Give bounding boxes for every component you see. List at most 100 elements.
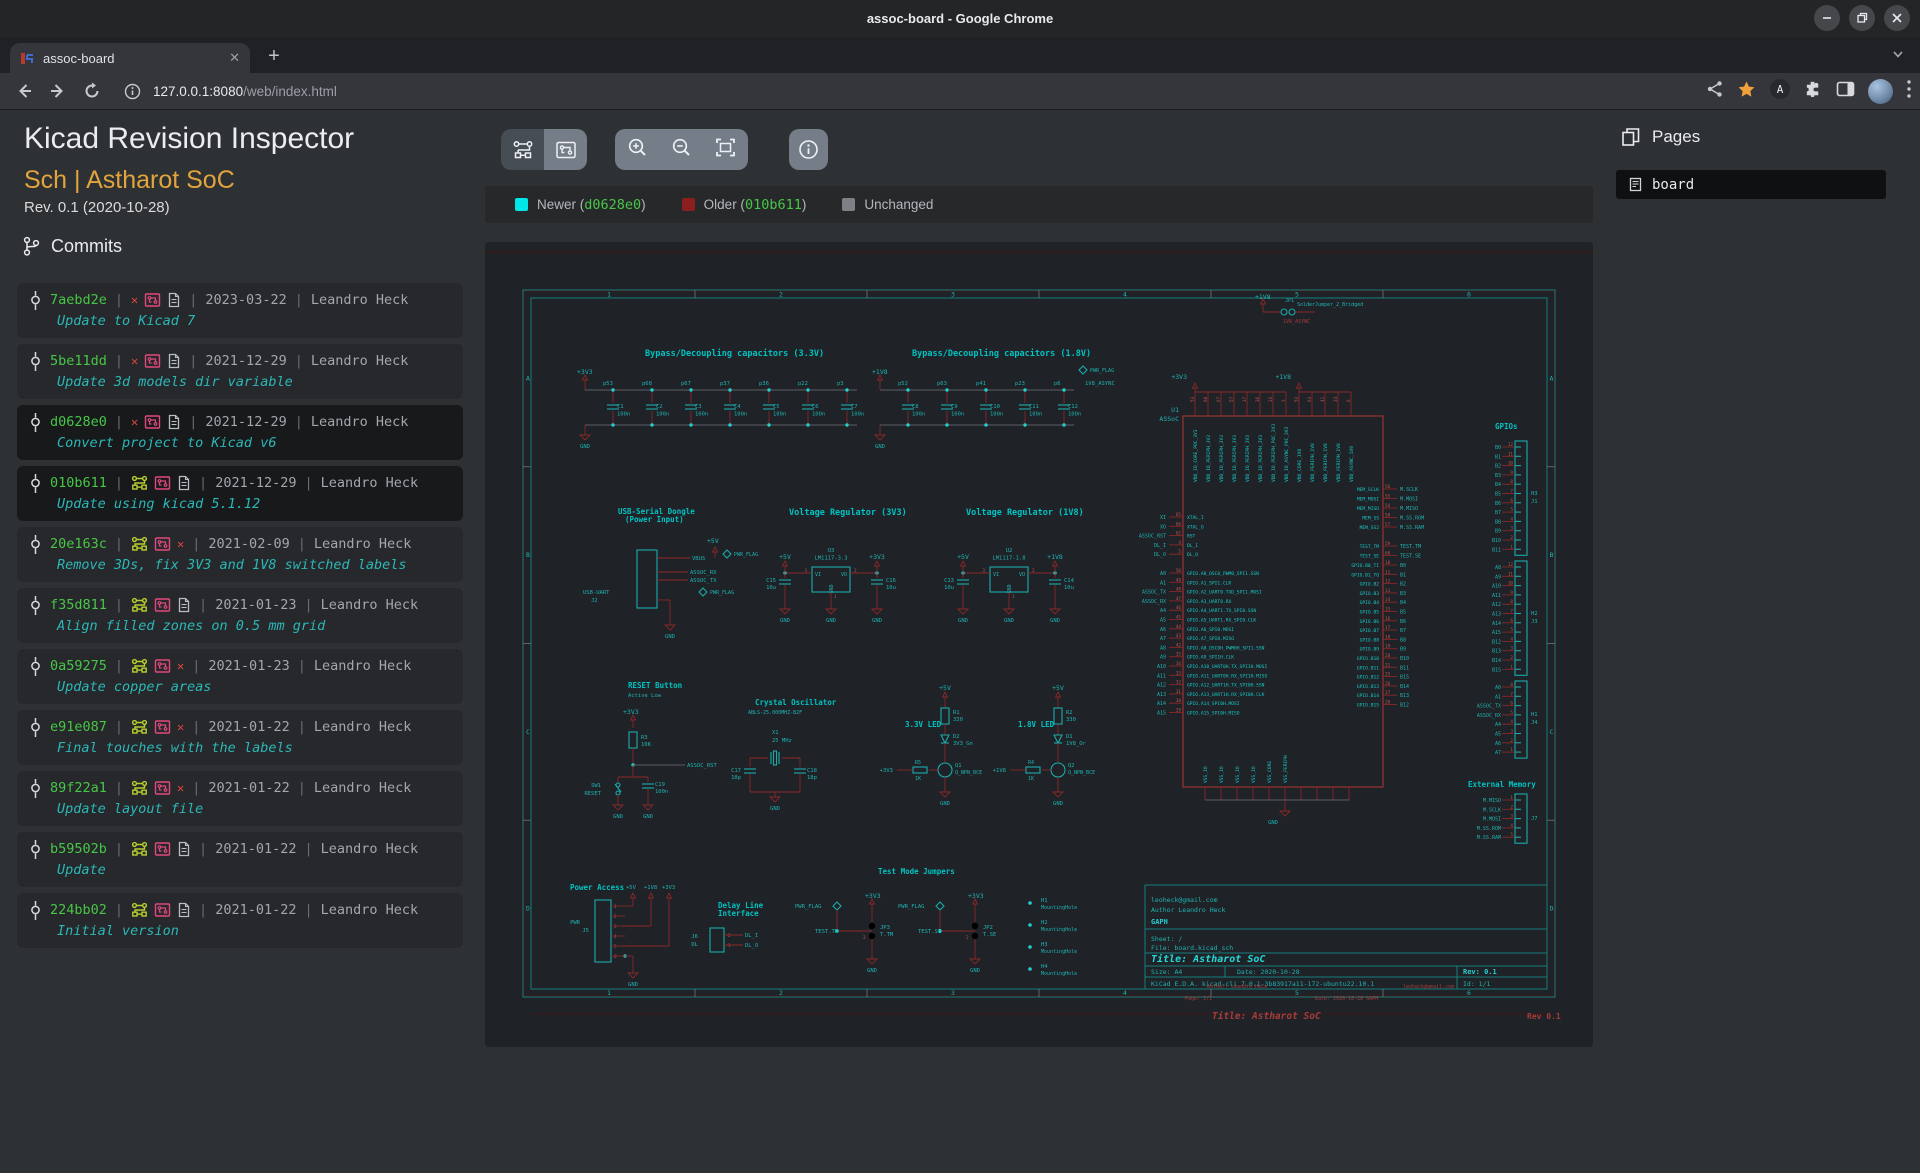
- svg-text:A10: A10: [1157, 664, 1166, 670]
- commit-card[interactable]: 20e163c | ✕ | 2021-02-09 | Leandro Heck Remove …: [17, 527, 463, 582]
- page-item-board[interactable]: board: [1616, 170, 1886, 199]
- svg-text:GPIO.B14: GPIO.B14: [1357, 693, 1379, 699]
- svg-text:Q2: Q2: [1068, 763, 1075, 769]
- side-panel-icon[interactable]: [1836, 80, 1855, 104]
- pages-icon: [1622, 128, 1640, 146]
- diff-canvas[interactable]: 1 1 2 2 3 3 4 4 5 5 6 6 A A B B C C D D Bypass/Decoupling ca…: [485, 242, 1593, 1047]
- svg-text:C: C: [526, 728, 530, 736]
- svg-text:M.SS.RAM: M.SS.RAM: [1477, 835, 1501, 841]
- doc-missing-icon: ✕: [177, 659, 185, 673]
- window-title: assoc-board - Google Chrome: [866, 11, 1054, 26]
- svg-text:B13: B13: [1400, 693, 1409, 699]
- menu-dots-icon[interactable]: [1906, 79, 1912, 104]
- svg-text:8: 8: [1510, 479, 1513, 485]
- svg-text:+5V: +5V: [707, 537, 719, 545]
- site-info-icon[interactable]: [124, 83, 141, 100]
- browser-tab[interactable]: assoc-board ✕: [10, 43, 250, 73]
- svg-text:8: 8: [1510, 682, 1513, 688]
- reload-button[interactable]: [82, 81, 102, 101]
- commit-author: Leandro Heck: [310, 353, 409, 369]
- section-delay-line: Delay LineInterfaceJ6DL2 DL_I1 DL_O: [691, 901, 764, 953]
- commit-card[interactable]: d0628e0 | ✕ | 2021-12-29 | Leandro Heck Convert…: [17, 405, 463, 460]
- svg-text:34: 34: [1176, 661, 1182, 667]
- svg-text:GPIO.A4_UART1.TX_SPI0.SSN: GPIO.A4_UART1.TX_SPI0.SSN: [1187, 608, 1256, 614]
- svg-text:54: 54: [1385, 503, 1391, 509]
- svg-text:26: 26: [1385, 681, 1391, 687]
- pages-list: board: [1616, 170, 1886, 199]
- commit-card[interactable]: 010b611 | | 2021-12-29 | Leandro Heck Update u…: [17, 466, 463, 521]
- svg-text:+5V: +5V: [626, 885, 637, 891]
- section-bypass: Bypass/Decoupling capacitors (3.3V)+3V3p…: [577, 348, 864, 450]
- svg-text:D1: D1: [1066, 734, 1073, 740]
- svg-text:36: 36: [1255, 396, 1261, 402]
- svg-text:Title: Astharot SoC: Title: Astharot SoC: [1212, 1011, 1321, 1022]
- commit-card[interactable]: b59502b | | 2021-01-22 | Leandro Heck Update: [17, 832, 463, 887]
- extensions-puzzle-icon[interactable]: [1804, 80, 1823, 104]
- svg-text:C19: C19: [655, 782, 665, 788]
- svg-text:8: 8: [1510, 599, 1513, 605]
- bookmark-star-icon[interactable]: [1737, 80, 1756, 104]
- svg-text:Page: 1/1: Page: 1/1: [1185, 996, 1212, 1002]
- svg-text:Q_NPN_BCE: Q_NPN_BCE: [1068, 770, 1095, 776]
- svg-text:60: 60: [1385, 551, 1391, 557]
- commit-list: 7aebd2e | ✕ | 2023-03-22 | Leandro Heck Update …: [17, 283, 463, 954]
- svg-text:B10: B10: [1400, 656, 1409, 662]
- profile-avatar[interactable]: [1868, 79, 1893, 104]
- pcb-view-button[interactable]: [544, 129, 587, 170]
- back-button[interactable]: [14, 81, 34, 101]
- commit-card[interactable]: e91e087 | ✕ | 2021-01-22 | Leandro Heck Final t…: [17, 710, 463, 765]
- commit-author: Leandro Heck: [320, 475, 419, 491]
- svg-text:32: 32: [1176, 680, 1182, 686]
- commit-card[interactable]: f35d811 | | 2021-01-23 | Leandro Heck Align fi…: [17, 588, 463, 643]
- new-tab-button[interactable]: +: [262, 44, 286, 68]
- zoom-out-button[interactable]: [670, 136, 693, 164]
- commit-hash: 010b611: [50, 475, 107, 491]
- svg-text:+5V: +5V: [957, 553, 969, 561]
- commit-node-icon: [31, 839, 40, 859]
- info-button[interactable]: [789, 129, 828, 170]
- svg-text:C1: C1: [617, 404, 624, 410]
- zoom-in-button[interactable]: [626, 136, 649, 164]
- svg-text:9: 9: [1510, 590, 1513, 596]
- minimize-button[interactable]: [1814, 5, 1840, 31]
- svg-text:A5: A5: [1160, 618, 1166, 624]
- commit-message: Update copper areas: [57, 679, 212, 695]
- schematic-diff-icon: [131, 902, 148, 917]
- svg-text:35: 35: [1176, 652, 1182, 658]
- schematic-view-button[interactable]: [501, 129, 544, 170]
- svg-text:C2: C2: [656, 404, 663, 410]
- svg-text:File: board.kicad_sch: File: board.kicad_sch: [1151, 944, 1233, 952]
- section-ext-mem: External Memory M.MISO 1 M.SCLK 2 M.MOSI 3 M.SS…: [1468, 780, 1538, 844]
- zoom-fit-button[interactable]: [714, 136, 737, 164]
- svg-text:A15: A15: [1157, 711, 1166, 717]
- svg-text:3: 3: [1510, 646, 1513, 652]
- address-bar[interactable]: 127.0.0.1:8080/web/index.html: [153, 84, 337, 99]
- svg-text:6: 6: [1510, 701, 1513, 707]
- svg-text:GPIO.A15_SPI0H.MISO: GPIO.A15_SPI0H.MISO: [1187, 711, 1240, 717]
- share-icon[interactable]: [1706, 80, 1724, 103]
- maximize-button[interactable]: [1849, 5, 1875, 31]
- svg-text:3: 3: [1281, 399, 1287, 402]
- close-button[interactable]: [1884, 5, 1910, 31]
- commit-card[interactable]: 89f22a1 | ✕ | 2021-01-22 | Leandro Heck Update …: [17, 771, 463, 826]
- git-branch-icon: [23, 236, 40, 256]
- tab-close-icon[interactable]: ✕: [229, 50, 240, 66]
- commit-card[interactable]: 5be11dd | ✕ | 2021-12-29 | Leandro Heck Update …: [17, 344, 463, 399]
- svg-text:GPIO.A2_UART0.TXD_SPI1.MOSI: GPIO.A2_UART0.TXD_SPI1.MOSI: [1187, 590, 1262, 596]
- svg-text:A7: A7: [1160, 636, 1166, 642]
- commit-date: 2021-12-29: [215, 475, 297, 491]
- commit-node-icon: [31, 778, 40, 798]
- svg-text:GPIOs: GPIOs: [1495, 422, 1518, 431]
- tab-search-chevron-icon[interactable]: [1890, 46, 1906, 67]
- svg-text:GND: GND: [867, 968, 877, 974]
- extension-a-icon[interactable]: A: [1769, 78, 1791, 105]
- commit-card[interactable]: 224bb02 | | 2021-01-22 | Leandro Heck Initial …: [17, 893, 463, 948]
- section-led: 3.3V LED +5V R1330 D23V3_Gn Q1Q_NPN_BCE R5 1K +…: [880, 684, 982, 807]
- svg-text:T.TM: T.TM: [880, 932, 894, 938]
- commit-card[interactable]: 0a59275 | ✕ | 2021-01-23 | Leandro Heck Update …: [17, 649, 463, 704]
- svg-text:GPIO.A13_UART1H.RX_SPI0H.CLK: GPIO.A13_UART1H.RX_SPI0H.CLK: [1187, 692, 1265, 698]
- forward-button[interactable]: [48, 81, 68, 101]
- commit-card[interactable]: 7aebd2e | ✕ | 2023-03-22 | Leandro Heck Update …: [17, 283, 463, 338]
- svg-text:+1V8: +1V8: [1275, 373, 1291, 381]
- svg-text:GPIO.A9_SPI1H.CLK: GPIO.A9_SPI1H.CLK: [1187, 655, 1234, 661]
